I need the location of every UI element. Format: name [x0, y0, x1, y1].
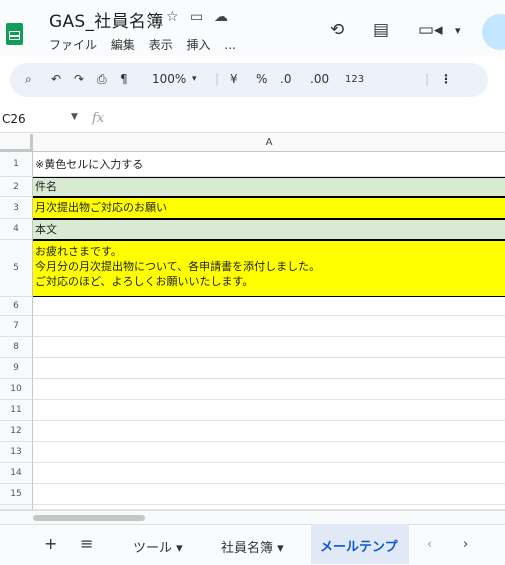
currency-format-button[interactable]: ¥	[230, 72, 238, 86]
horizontal-scrollbar[interactable]	[0, 510, 505, 525]
row-header[interactable]: 12	[0, 421, 33, 442]
number-format-button[interactable]: 123	[345, 74, 364, 85]
percent-format-button[interactable]: %	[256, 72, 267, 86]
toolbar-divider: |	[215, 72, 220, 86]
title-bar: GAS_社員名簿 ☆ ▭ ☁ ファイル 編集 表示 挿入 ... ⟲ ▤ ▭◂ …	[0, 0, 505, 56]
cloud-status-icon[interactable]: ☁	[214, 9, 228, 25]
decrease-decimal-button[interactable]: .0	[280, 72, 291, 86]
row-header[interactable]: 14	[0, 463, 33, 484]
zoom-chevron-down-icon[interactable]: ▾	[192, 74, 197, 84]
menu-file[interactable]: ファイル	[49, 38, 97, 52]
select-all-corner[interactable]	[0, 134, 33, 152]
row-header[interactable]: 8	[0, 337, 33, 358]
row-header[interactable]: 13	[0, 442, 33, 463]
sheets-logo-icon[interactable]	[6, 23, 23, 45]
menu-insert[interactable]: 挿入	[187, 38, 211, 52]
meet-icon[interactable]: ▭◂	[418, 20, 443, 40]
cell-a8[interactable]	[33, 337, 505, 358]
row-header[interactable]: 6	[0, 297, 33, 316]
tab-tools[interactable]: ツール ▾	[133, 537, 183, 556]
row-header[interactable]: 11	[0, 400, 33, 421]
name-box[interactable]: C26	[2, 112, 26, 126]
formula-bar: C26 ▼ fx	[0, 108, 505, 133]
row-header[interactable]: 5	[0, 240, 33, 297]
toolbar: ⌕ ↶ ↷ ⎙ ¶ 100% ▾ | ¥ % .0 .00 123 | ⋮	[10, 63, 488, 97]
scrollbar-thumb[interactable]	[33, 515, 145, 521]
cell-a6[interactable]	[33, 297, 505, 316]
more-options-icon[interactable]: ⋮	[440, 72, 452, 86]
row-header[interactable]: 10	[0, 379, 33, 400]
move-folder-icon[interactable]: ▭	[190, 9, 203, 25]
add-sheet-icon[interactable]: +	[44, 534, 57, 553]
undo-icon[interactable]: ↶	[51, 72, 61, 86]
menu-view[interactable]: 表示	[149, 38, 173, 52]
row-header[interactable]: 7	[0, 316, 33, 337]
cell-a3[interactable]: 月次提出物ご対応のお願い	[33, 197, 505, 219]
cell-a7[interactable]	[33, 316, 505, 337]
row-header[interactable]: 3	[0, 197, 33, 219]
star-icon[interactable]: ☆	[166, 9, 179, 25]
cell-a12[interactable]	[33, 421, 505, 442]
cell-a15[interactable]	[33, 484, 505, 505]
menu-edit[interactable]: 編集	[111, 38, 135, 52]
all-sheets-icon[interactable]: ≡	[80, 534, 93, 553]
cell-a4[interactable]: 本文	[33, 219, 505, 240]
cell-a9[interactable]	[33, 358, 505, 379]
zoom-select[interactable]: 100%	[152, 72, 186, 86]
row-header[interactable]: 4	[0, 219, 33, 240]
toolbar-divider: |	[425, 72, 430, 86]
tab-mail-template-label: メールテンプ	[320, 540, 398, 555]
paint-format-icon[interactable]: ¶	[120, 72, 128, 86]
row-header[interactable]: 15	[0, 484, 33, 505]
history-icon[interactable]: ⟲	[330, 20, 344, 40]
row-header[interactable]: 9	[0, 358, 33, 379]
increase-decimal-button[interactable]: .00	[310, 72, 329, 86]
menu-more[interactable]: ...	[224, 38, 235, 52]
print-icon[interactable]: ⎙	[97, 72, 107, 87]
redo-icon[interactable]: ↷	[74, 72, 84, 86]
menu-bar: ファイル 編集 表示 挿入 ...	[49, 36, 246, 53]
column-header-a[interactable]: A	[33, 134, 505, 152]
cell-a11[interactable]	[33, 400, 505, 421]
name-box-chevron-down-icon[interactable]: ▼	[71, 112, 78, 122]
document-title[interactable]: GAS_社員名簿	[49, 7, 164, 32]
cell-a5[interactable]: お疲れさまです。 今月分の月次提出物について、各申請書を添付しました。 ご対応の…	[33, 240, 505, 297]
row-header[interactable]: 2	[0, 177, 33, 197]
cell-a2[interactable]: 件名	[33, 177, 505, 197]
tab-mail-template[interactable]: メールテンプ	[311, 524, 409, 564]
cell-a1[interactable]: ※黄色セルに入力する	[33, 152, 505, 177]
fx-icon: fx	[92, 111, 105, 126]
cell-a14[interactable]	[33, 463, 505, 484]
search-icon[interactable]: ⌕	[25, 72, 32, 87]
tab-employee-list[interactable]: 社員名簿 ▾	[221, 537, 284, 556]
share-button[interactable]	[482, 14, 505, 50]
tab-scroll-right-icon[interactable]: ›	[463, 537, 468, 552]
tab-scroll-left-icon[interactable]: ‹	[427, 537, 432, 552]
row-header[interactable]: 1	[0, 152, 33, 177]
meet-dropdown-icon[interactable]: ▾	[455, 24, 461, 37]
cell-a10[interactable]	[33, 379, 505, 400]
sheet-tab-bar: + ≡ ツール ▾ 社員名簿 ▾ ‹ ›	[0, 524, 505, 565]
comments-icon[interactable]: ▤	[373, 20, 389, 40]
cell-a13[interactable]	[33, 442, 505, 463]
